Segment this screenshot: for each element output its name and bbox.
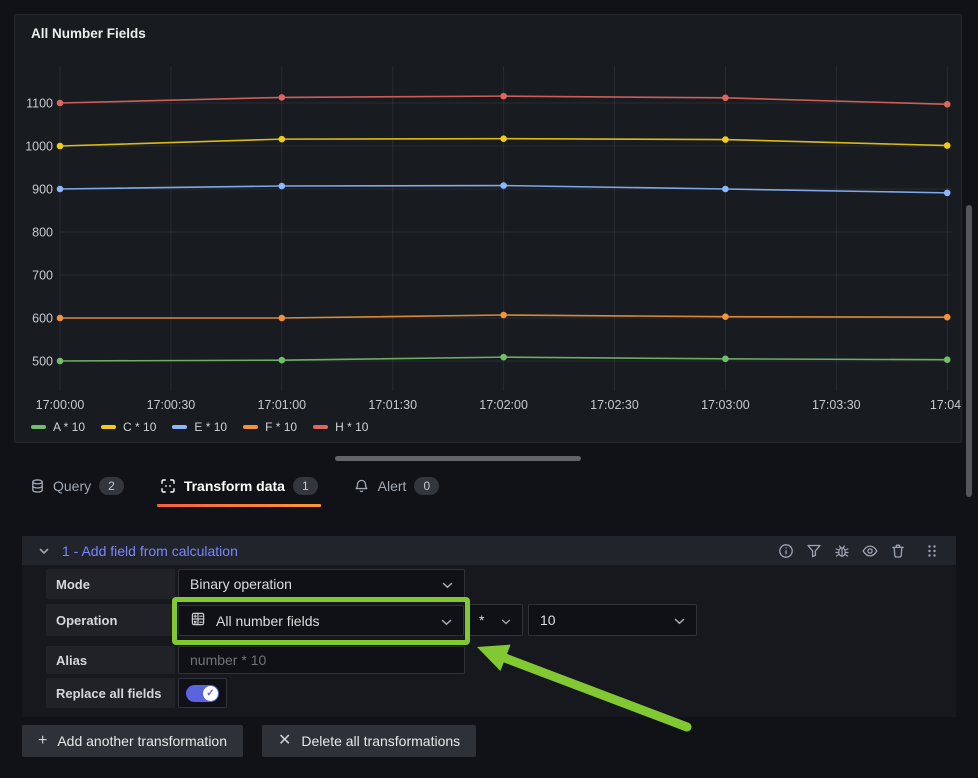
operator-select[interactable]: * [467,604,523,636]
svg-text:1000: 1000 [25,140,53,154]
grafana-panel-editor: All Number Fields 17:00:0017:00:3017:01:… [0,0,978,778]
legend-item[interactable]: E * 10 [172,420,227,434]
legend-item[interactable]: F * 10 [243,420,297,434]
transformation-toolbar [778,543,940,559]
vertical-scrollbar-thumb[interactable] [966,205,972,497]
delete-all-transformations-label: Delete all transformations [301,733,460,749]
legend-item[interactable]: C * 10 [101,420,156,434]
chevron-down-icon [674,612,685,628]
tab-count-badge: 2 [99,477,124,495]
legend-label: C * 10 [123,420,156,434]
operation-field-select[interactable]: All number fields [178,605,464,636]
calculator-icon [190,611,206,630]
legend-item[interactable]: A * 10 [31,420,85,434]
delete-all-transformations-button[interactable]: ✕ Delete all transformations [262,725,476,757]
chevron-down-icon [36,543,52,559]
legend-label: E * 10 [194,420,227,434]
legend-label: H * 10 [335,420,368,434]
process-icon [160,478,176,494]
mode-value: Binary operation [190,576,292,592]
tab-query[interactable]: Query 2 [26,473,127,507]
tab-label: Transform data [184,478,285,494]
info-icon[interactable] [778,543,794,559]
svg-text:600: 600 [32,312,53,326]
chart-panel: All Number Fields 17:00:0017:00:3017:01:… [14,14,962,443]
legend-swatch-icon [313,425,328,429]
svg-text:700: 700 [32,269,53,283]
legend-label: A * 10 [53,420,85,434]
legend-swatch-icon [243,425,258,429]
transformation-collapse[interactable]: 1 - Add field from calculation [36,543,238,559]
alias-label: Alias [46,646,175,674]
chevron-down-icon [441,613,452,629]
svg-text:17:02:00: 17:02:00 [479,398,528,412]
chevron-down-icon [501,612,511,628]
tab-alert[interactable]: Alert 0 [351,473,442,507]
svg-text:17:00:30: 17:00:30 [147,398,196,412]
editor-tabs: Query 2 Transform data 1 [26,473,472,507]
chevron-down-icon [442,576,453,592]
svg-text:17:03:30: 17:03:30 [812,398,861,412]
toggle-pill: ✓ [186,685,219,702]
svg-text:17:04:: 17:04: [930,398,961,412]
filter-icon[interactable] [806,543,822,559]
chart-legend: A * 10 C * 10 E * 10 F * 10 H * 10 [31,420,368,434]
operation-field-value: All number fields [216,613,320,629]
svg-text:17:02:30: 17:02:30 [590,398,639,412]
tab-label: Alert [378,478,407,494]
mode-label: Mode [46,569,175,599]
plus-icon: + [38,733,47,749]
transformation-header: 1 - Add field from calculation [22,536,956,565]
svg-text:500: 500 [32,355,53,369]
close-icon: ✕ [278,733,291,749]
svg-text:900: 900 [32,183,53,197]
time-series-chart[interactable]: 17:00:00 17:00:30 17:01:00 17:01:30 17:02:00… [15,15,961,442]
eye-icon[interactable] [862,543,878,559]
tab-label: Query [53,478,91,494]
panel-resize-handle[interactable] [335,456,581,461]
tab-count-badge: 1 [293,477,318,495]
transformation-actions: + Add another transformation ✕ Delete al… [22,725,476,757]
trash-icon[interactable] [890,543,906,559]
bell-icon [354,478,370,494]
add-transformation-label: Add another transformation [57,733,227,749]
add-transformation-button[interactable]: + Add another transformation [22,725,243,757]
active-tab-underline [157,504,321,507]
tab-transform-data[interactable]: Transform data 1 [157,473,321,507]
replace-all-fields-label: Replace all fields [46,678,175,708]
legend-item[interactable]: H * 10 [313,420,368,434]
operand-value: 10 [540,612,556,628]
svg-text:17:03:00: 17:03:00 [701,398,750,412]
mode-select[interactable]: Binary operation [178,569,465,599]
svg-text:800: 800 [32,226,53,240]
svg-text:17:01:30: 17:01:30 [368,398,417,412]
transformation-title: 1 - Add field from calculation [62,543,238,559]
legend-swatch-icon [172,425,187,429]
svg-text:17:01:00: 17:01:00 [257,398,306,412]
svg-text:17:00:00: 17:00:00 [36,398,85,412]
drag-handle-icon[interactable] [924,543,940,559]
tab-count-badge: 0 [414,477,439,495]
legend-label: F * 10 [265,420,297,434]
alias-input[interactable]: number * 10 [178,646,465,674]
legend-swatch-icon [101,425,116,429]
database-icon [29,478,45,494]
svg-text:1100: 1100 [26,97,53,111]
alias-placeholder: number * 10 [190,652,266,668]
operation-label: Operation [46,604,175,636]
operand-select[interactable]: 10 [528,604,697,636]
legend-swatch-icon [31,425,46,429]
check-icon: ✓ [203,686,218,701]
replace-all-fields-toggle[interactable]: ✓ [178,678,227,708]
operator-value: * [479,612,484,628]
bug-icon[interactable] [834,543,850,559]
